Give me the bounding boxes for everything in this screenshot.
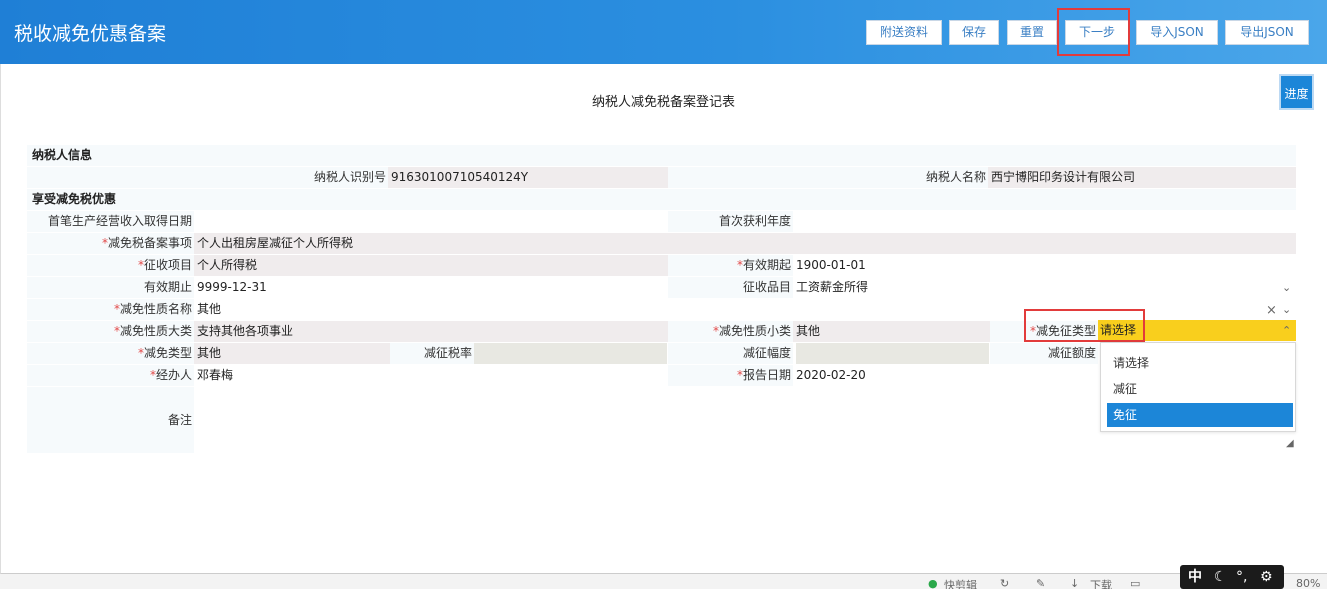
levy-category-select[interactable]: 工资薪金所得 [793, 277, 1296, 298]
nature-name-label: *减免性质名称 [27, 299, 194, 320]
import-json-button[interactable]: 导入JSON [1136, 20, 1218, 45]
section-benefit: 享受减免税优惠 [27, 189, 1296, 210]
exempt-type-value: 其他 [194, 343, 390, 364]
download-label[interactable]: 下载 [1090, 577, 1112, 589]
taxpayer-id-value: 91630100710540124Y [388, 167, 668, 188]
nature-major-value: 支持其他各项事业 [194, 321, 668, 342]
reduction-type-highlight [1024, 309, 1145, 342]
exempt-type-label: *减免类型 [27, 343, 194, 364]
save-button[interactable]: 保存 [949, 20, 999, 45]
clear-icon[interactable]: × [1266, 303, 1277, 318]
reduced-range-input [796, 343, 989, 364]
dropdown-option-exempt[interactable]: 免征 [1107, 403, 1293, 427]
export-json-button[interactable]: 导出JSON [1225, 20, 1309, 45]
ime-toolbar: 中 ☾ °, ⚙ [1180, 565, 1284, 589]
taxpayer-id-label: 纳税人识别号 [27, 167, 388, 188]
reduced-amount-label: 减征额度 [990, 343, 1098, 364]
browser-statusbar: ● 快剪辑 ↻ ✎ ↓ 下载 ▭ 80% [0, 574, 1327, 589]
levy-item-label: *征收项目 [27, 255, 194, 276]
valid-from-label: *有效期起 [668, 255, 793, 276]
nature-minor-label: *减免性质小类 [668, 321, 793, 342]
levy-category-label: 征收品目 [668, 277, 793, 298]
chevron-down-icon[interactable]: ⌄ [1282, 303, 1291, 316]
filing-item-label: *减免税备案事项 [27, 233, 194, 254]
levy-item-value: 个人所得税 [194, 255, 668, 276]
dropdown-option-please-select[interactable]: 请选择 [1107, 351, 1293, 375]
form-title: 纳税人减免税备案登记表 [591, 95, 735, 110]
nature-major-label: *减免性质大类 [27, 321, 194, 342]
first-income-date-label: 首笔生产经营收入取得日期 [27, 211, 194, 232]
chevron-down-icon[interactable]: ⌄ [1282, 281, 1291, 294]
reduced-range-label: 减征幅度 [668, 343, 793, 364]
gear-icon[interactable]: ⚙ [1260, 565, 1273, 589]
report-date-label: *报告日期 [668, 365, 793, 386]
reduction-type-dropdown: 请选择 减征 免征 [1100, 342, 1296, 432]
handler-label: *经办人 [27, 365, 194, 386]
moon-icon[interactable]: ☾ [1214, 565, 1227, 589]
reduced-rate-input [474, 343, 667, 364]
valid-from-input[interactable]: 1900-01-01 [793, 255, 1296, 276]
first-profit-year-input[interactable] [793, 211, 1296, 232]
kuaijianji-icon[interactable]: ● [928, 577, 938, 589]
taxpayer-name-value: 西宁博阳印务设计有限公司 [988, 167, 1296, 188]
taxpayer-name-label: 纳税人名称 [668, 167, 988, 188]
kuaijianji-label[interactable]: 快剪辑 [944, 577, 977, 589]
reset-button[interactable]: 重置 [1007, 20, 1057, 45]
next-step-highlight [1057, 8, 1130, 56]
dropdown-option-reduce[interactable]: 减征 [1107, 377, 1293, 401]
reduced-rate-label: 减征税率 [390, 343, 474, 364]
first-income-date-input[interactable] [194, 211, 668, 232]
remark-label: 备注 [27, 387, 194, 453]
ime-chinese-mode[interactable]: 中 [1188, 565, 1202, 589]
attach-docs-button[interactable]: 附送资料 [866, 20, 942, 45]
progress-button[interactable]: 进度 [1279, 74, 1314, 110]
download-icon[interactable]: ↓ [1070, 577, 1079, 589]
valid-to-label: 有效期止 [27, 277, 194, 298]
chevron-up-icon[interactable]: ⌃ [1282, 324, 1291, 337]
first-profit-year-label: 首次获利年度 [668, 211, 793, 232]
valid-to-input[interactable]: 9999-12-31 [194, 277, 668, 298]
window-icon[interactable]: ▭ [1130, 577, 1140, 589]
resize-handle-icon[interactable]: ◢ [1286, 438, 1294, 449]
app-title: 税收减免优惠备案 [14, 23, 167, 45]
section-taxpayer-info: 纳税人信息 [27, 145, 1296, 166]
handler-input[interactable]: 邓春梅 [194, 365, 668, 386]
refresh-icon[interactable]: ↻ [1000, 577, 1009, 589]
tool-icon[interactable]: ✎ [1036, 577, 1045, 589]
punctuation-icon[interactable]: °, [1236, 565, 1247, 589]
filing-item-value: 个人出租房屋减征个人所得税 [194, 233, 1296, 254]
report-date-input[interactable]: 2020-02-20 [793, 365, 1100, 386]
nature-minor-value: 其他 [793, 321, 990, 342]
zoom-level[interactable]: 80% [1296, 577, 1320, 589]
